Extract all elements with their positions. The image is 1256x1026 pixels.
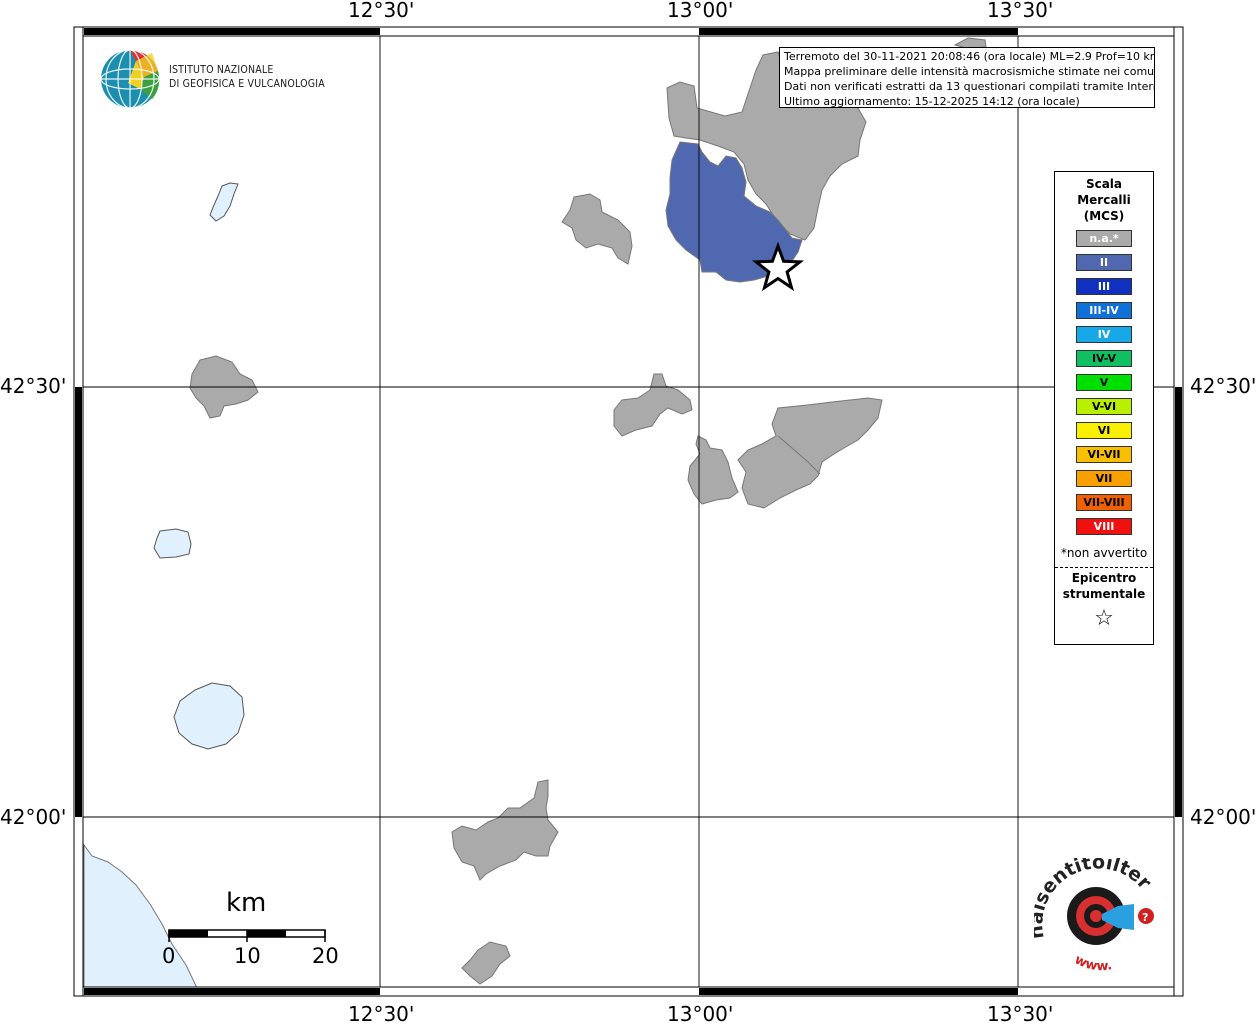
legend-swatch-2: III — [1076, 278, 1132, 295]
lat-label-left-1: 42°30' — [0, 374, 67, 398]
info-line-2: Mappa preliminare delle intensità macros… — [784, 65, 1155, 78]
lon-label-top-2: 13°00' — [667, 0, 734, 22]
ingv-name: ISTITUTO NAZIONALE DI GEOFISICA E VULCAN… — [169, 63, 325, 91]
legend-note: *non avvertito — [1060, 546, 1148, 560]
legend-swatch-6: V — [1076, 374, 1132, 391]
lake-middle — [153, 528, 192, 559]
legend-swatch-9: VI-VII — [1076, 446, 1132, 463]
legend-epicenter-line1: Epicentro — [1071, 571, 1137, 585]
scale-tick-0: 0 — [162, 944, 176, 968]
lon-label-top-3: 13°30' — [987, 0, 1054, 22]
lon-label-bottom-2: 13°00' — [667, 1002, 734, 1026]
lat-label-right-2: 42°00' — [1190, 805, 1256, 829]
ingv-name-line1: ISTITUTO NAZIONALE — [169, 64, 274, 76]
lat-label-left-2: 42°00' — [0, 805, 67, 829]
legend-swatch-0: n.a.* — [1076, 230, 1132, 247]
legend-title-line3: (MCS) — [1083, 209, 1125, 223]
legend-swatch-8: VI — [1076, 422, 1132, 439]
scale-tick-20: 20 — [312, 944, 339, 968]
legend-swatch-12: VIII — [1076, 518, 1132, 535]
lon-label-bottom-1: 12°30' — [348, 1002, 415, 1026]
lat-label-right-1: 42°30' — [1190, 374, 1256, 398]
logo-text-www: www. — [1072, 952, 1113, 974]
haisentito-logo: haisentitoilterremoto.it www. ? — [1034, 858, 1156, 974]
legend-star-icon: ☆ — [1094, 606, 1114, 631]
ingv-name-line2: DI GEOFISICA E VULCANOLOGIA — [169, 78, 325, 90]
legend-items: n.a.* II III III-IV IV IV-V V V-VI VI VI-VII VII VI… — [1055, 230, 1153, 535]
legend-swatch-4: IV — [1076, 326, 1132, 343]
intensity-legend: Scala Mercalli (MCS) n.a.* II III III-IV IV I… — [1054, 171, 1154, 645]
legend-epicenter-line2: strumentale — [1062, 587, 1146, 601]
lon-label-bottom-3: 13°30' — [987, 1002, 1054, 1026]
info-line-4: Ultimo aggiornamento: 15-12-2025 14:12 (… — [784, 95, 1080, 108]
legend-swatch-3: III-IV — [1076, 302, 1132, 319]
legend-swatch-11: VII-VIII — [1076, 494, 1132, 511]
scale-tick-10: 10 — [234, 944, 261, 968]
earthquake-info-box: Terremoto del 30-11-2021 20:08:46 (ora l… — [779, 47, 1155, 108]
legend-separator — [1055, 567, 1153, 568]
legend-swatch-10: VII — [1076, 470, 1132, 487]
legend-swatch-7: V-VI — [1076, 398, 1132, 415]
legend-epicenter-label: Epicentro strumentale — [1055, 570, 1153, 602]
logo-question-icon: ? — [1142, 911, 1148, 924]
scale-unit: km — [226, 888, 267, 918]
legend-title: Scala Mercalli (MCS) — [1055, 176, 1153, 224]
ingv-logo — [100, 49, 160, 109]
legend-title-line2: Mercalli — [1077, 193, 1131, 207]
legend-title-line1: Scala — [1085, 177, 1123, 191]
info-line-1: Terremoto del 30-11-2021 20:08:46 (ora l… — [784, 50, 1155, 63]
lon-label-top-1: 12°30' — [348, 0, 415, 22]
info-line-3: Dati non verificati estratti da 13 quest… — [784, 80, 1155, 93]
legend-swatch-5: IV-V — [1076, 350, 1132, 367]
legend-swatch-1: II — [1076, 254, 1132, 271]
